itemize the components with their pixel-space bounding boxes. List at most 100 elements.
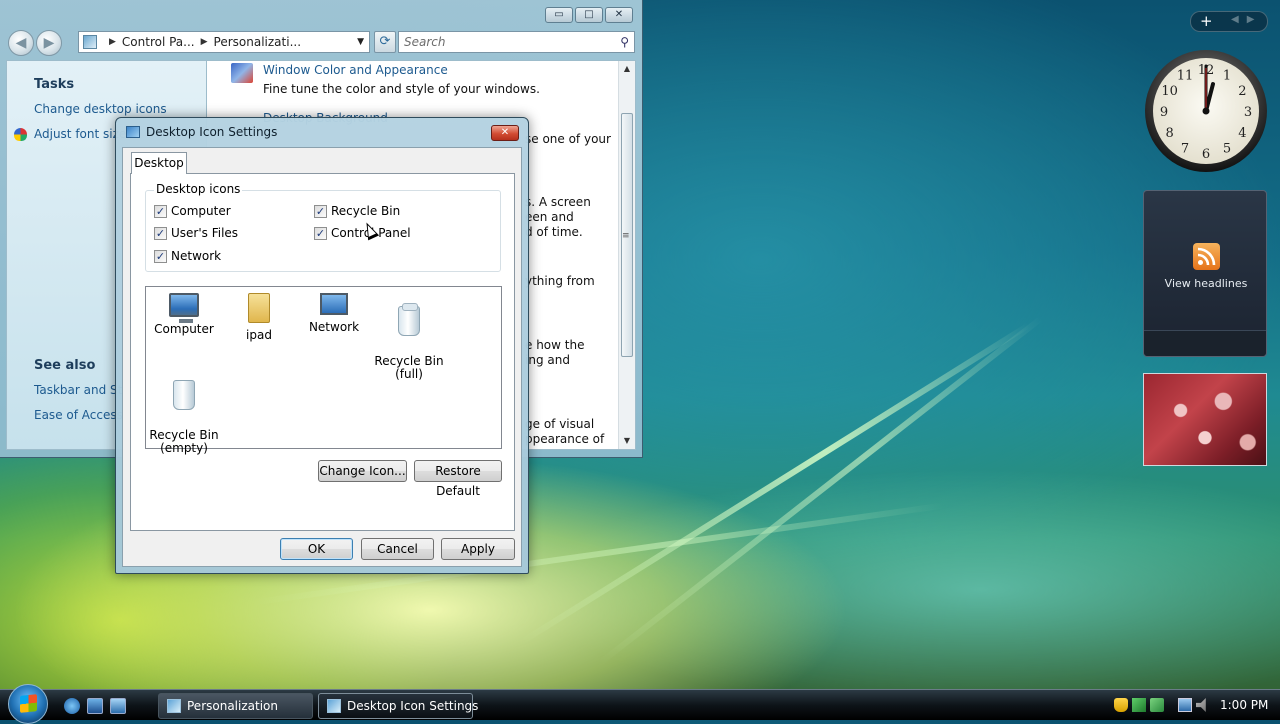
switch-windows-icon[interactable] — [110, 698, 126, 714]
change-icon-button[interactable]: Change Icon... — [318, 460, 407, 482]
clock-numeral: 9 — [1160, 105, 1168, 120]
breadcrumb-control-panel[interactable]: Control Pa... — [122, 35, 195, 49]
volume-muted-icon[interactable] — [1196, 698, 1206, 712]
restore-default-button[interactable]: Restore Default — [414, 460, 502, 498]
icon-label: Computer — [154, 322, 214, 336]
check-mark-icon: ✓ — [154, 249, 167, 263]
content-text: e how the — [525, 338, 585, 352]
gadget-footer — [1144, 330, 1266, 356]
check-mark-icon: ✓ — [154, 204, 167, 218]
refresh-button[interactable]: ⟳ — [374, 31, 396, 53]
check-mark-icon: ✓ — [314, 204, 327, 218]
taskbar-button-label: Desktop Icon Settings — [347, 699, 479, 713]
checkbox-network[interactable]: ✓ Network — [154, 249, 221, 263]
rss-icon — [1193, 243, 1220, 270]
see-also-header: See also — [34, 358, 96, 373]
recycle-bin-empty-icon — [173, 380, 195, 410]
checkbox-users-files[interactable]: ✓ User's Files — [154, 226, 238, 240]
start-button[interactable] — [8, 684, 48, 724]
task-check-icon[interactable] — [1132, 698, 1146, 712]
icon-label: Network — [308, 320, 360, 334]
apply-button[interactable]: Apply — [441, 538, 515, 560]
icon-label: ipad — [246, 328, 272, 342]
control-panel-icon — [167, 699, 181, 713]
view-headlines-label[interactable]: View headlines — [1144, 277, 1268, 290]
checkbox-label: Network — [171, 249, 222, 263]
recycle-bin-full-icon — [398, 303, 420, 336]
control-panel-icon — [83, 35, 97, 49]
window-controls: ▭ □ ✕ — [545, 7, 633, 23]
taskbar-button-desktop-icon-settings[interactable]: Desktop Icon Settings — [318, 693, 478, 719]
icon-preview-list[interactable]: Computer ipad Network Recycle Bin (full)… — [145, 286, 502, 455]
check-mark-icon: ✓ — [314, 226, 327, 240]
chevron-right-icon: ▶ — [200, 37, 208, 47]
task-change-desktop-icons[interactable]: Change desktop icons — [34, 102, 167, 116]
taskbar-button-personalization[interactable]: Personalization — [158, 693, 313, 719]
chevron-down-icon[interactable]: ▼ — [357, 37, 364, 47]
scroll-up-icon[interactable]: ▲ — [619, 61, 635, 77]
ok-button[interactable]: OK — [280, 538, 353, 560]
security-shield-icon[interactable] — [1114, 698, 1128, 712]
tab-desktop[interactable]: Desktop — [131, 152, 187, 174]
computer-icon — [169, 293, 199, 323]
system-tray: 1:00 PM — [1108, 690, 1280, 721]
forward-button[interactable]: ▶ — [36, 30, 62, 56]
clock-numeral: 1 — [1223, 69, 1231, 84]
vertical-scrollbar[interactable]: ▲ ≡ ▼ — [618, 61, 635, 449]
update-icon[interactable] — [1150, 698, 1164, 712]
content-text: ing and — [525, 353, 570, 367]
grip-icon: ≡ — [622, 231, 630, 241]
list-item-network[interactable]: Network — [296, 293, 372, 334]
minimize-button[interactable]: ▭ — [545, 7, 573, 23]
taskbar: Personalization Desktop Icon Settings 1:… — [0, 684, 1280, 724]
see-also-ease-of-access[interactable]: Ease of Access — [34, 408, 123, 422]
content-text: ppearance of — [525, 432, 605, 446]
clock-numeral: 10 — [1161, 84, 1178, 99]
maximize-button[interactable]: □ — [575, 7, 603, 23]
list-item-computer[interactable]: Computer — [146, 293, 222, 336]
window-color-icon — [231, 63, 253, 83]
refresh-icon: ⟳ — [379, 34, 391, 49]
tasks-header: Tasks — [34, 77, 75, 92]
gadget-nav-arrows-icon[interactable]: ◀▶ — [1231, 14, 1262, 25]
list-item-recycle-bin-empty[interactable]: Recycle Bin (empty) — [146, 367, 222, 468]
clock-face: 121234567891011 — [1145, 50, 1267, 172]
control-panel-icon — [327, 699, 341, 713]
clock-numeral: 7 — [1181, 141, 1189, 156]
add-gadget-button[interactable]: + — [1200, 12, 1213, 31]
window-color-link[interactable]: Window Color and Appearance — [263, 63, 448, 77]
address-bar[interactable]: ▶ Control Pa... ▶ Personalizati... ▼ — [78, 31, 370, 53]
content-text: d of time. — [525, 225, 583, 239]
checkbox-computer[interactable]: ✓ Computer — [154, 204, 231, 218]
close-button[interactable]: ✕ — [605, 7, 633, 23]
content-text: se one of your — [525, 132, 611, 146]
back-button[interactable]: ◀ — [8, 30, 34, 56]
clock-numeral: 3 — [1244, 105, 1252, 120]
clock-gadget[interactable]: 121234567891011 — [1143, 48, 1269, 174]
tab-panel: Desktop icons ✓ Computer ✓ Recycle Bin ✓… — [130, 173, 515, 531]
dialog-client-area: Desktop Desktop icons ✓ Computer ✓ Recyc… — [122, 147, 522, 567]
internet-explorer-icon[interactable] — [64, 698, 80, 714]
search-icon[interactable]: ⚲ — [620, 35, 629, 49]
clock-numeral: 6 — [1202, 147, 1210, 162]
checkbox-recycle-bin[interactable]: ✓ Recycle Bin — [314, 204, 400, 218]
list-item-recycle-bin-full[interactable]: Recycle Bin (full) — [371, 293, 447, 394]
scroll-down-icon[interactable]: ▼ — [619, 433, 635, 449]
content-text: een and — [525, 210, 574, 224]
cancel-button[interactable]: Cancel — [361, 538, 434, 560]
search-placeholder: Search — [404, 35, 446, 49]
task-adjust-font-size[interactable]: Adjust font size — [34, 127, 126, 141]
breadcrumb-personalization[interactable]: Personalizati... — [214, 35, 301, 49]
slideshow-gadget[interactable] — [1143, 373, 1267, 466]
icon-label: Recycle Bin (full) — [374, 354, 444, 381]
navigation-bar: ◀ ▶ ▶ Control Pa... ▶ Personalizati... ▼… — [8, 30, 635, 56]
network-status-icon[interactable] — [1178, 698, 1192, 712]
network-icon — [320, 293, 348, 315]
taskbar-clock[interactable]: 1:00 PM — [1220, 690, 1268, 721]
dialog-title: Desktop Icon Settings — [146, 125, 278, 139]
feed-headlines-gadget[interactable]: View headlines — [1143, 190, 1267, 357]
show-desktop-icon[interactable] — [87, 698, 103, 714]
search-input[interactable]: Search ⚲ — [398, 31, 635, 53]
list-item-ipad[interactable]: ipad — [221, 293, 297, 342]
dialog-close-button[interactable]: ✕ — [491, 125, 519, 141]
